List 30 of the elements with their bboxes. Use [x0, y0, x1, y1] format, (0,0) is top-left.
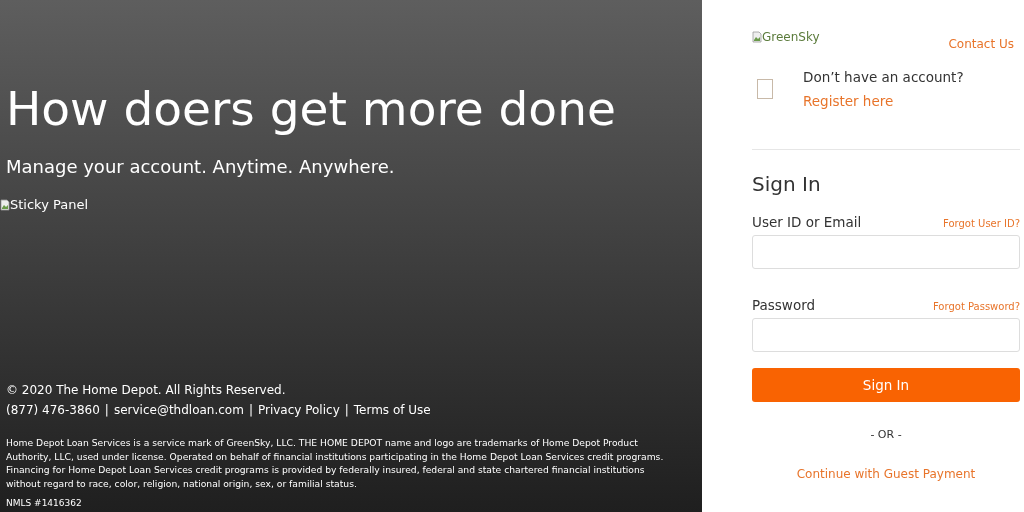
forgot-link[interactable]: Forgot Password?: [932, 301, 1020, 312]
headline: How doers get more done: [6, 80, 617, 138]
broken-image-icon: [752, 31, 762, 43]
subtitle: Manage your account. Anytime. Anywhere.: [6, 156, 396, 177]
broken-image-icon: [0, 198, 10, 211]
register-prompt: Don’t have an account?: [803, 69, 964, 85]
field-label: User ID or Email: [752, 214, 862, 230]
footer-link[interactable]: Terms of Use: [353, 400, 431, 420]
forgot-link[interactable]: Forgot User ID?: [943, 218, 1020, 229]
phone-number: (877) 476-3860: [6, 402, 100, 419]
separator: |: [104, 402, 109, 419]
image-alt-text: Sticky Panel: [10, 197, 89, 212]
nmls-number: NMLS #1416362: [6, 497, 83, 510]
copyright-text: © 2020 The Home Depot. All Rights Reserved.: [6, 382, 287, 399]
input-field[interactable]: [752, 318, 1020, 352]
image-placeholder-icon: [757, 79, 773, 99]
sign-in-title: Sign In: [752, 172, 822, 196]
logo-alt-text: GreenSky: [762, 30, 820, 44]
register-link[interactable]: Register here: [803, 93, 964, 109]
or-divider: - OR -: [869, 428, 903, 441]
separator: |: [248, 402, 253, 419]
footer-link[interactable]: service@thdloan.com: [113, 400, 244, 420]
guest-payment-link[interactable]: Continue with Guest Payment: [796, 467, 976, 481]
contact-link[interactable]: Contact Us: [948, 37, 1014, 51]
field-label: Password: [752, 297, 816, 313]
legal-text: Home Depot Loan Services is a service mark of GreenSky, LLC. THE HOME DEPOT name and logo are trademarks of Home Depot Product Authority, LLC, used under license. Operated on behalf of financial institutions participating in the Home Depot Loan Services credit programs. Financing for Home Depot Loan Services credit programs is provided by federally insured, federal and state chartered financial institutions without regard to race, color, religion, national origin, sex, or familial status.: [6, 436, 665, 490]
footer-link[interactable]: Privacy Policy: [257, 400, 340, 420]
input-field[interactable]: [752, 235, 1020, 269]
separator: |: [344, 402, 349, 419]
sign-in-button[interactable]: Sign In: [752, 368, 1020, 402]
